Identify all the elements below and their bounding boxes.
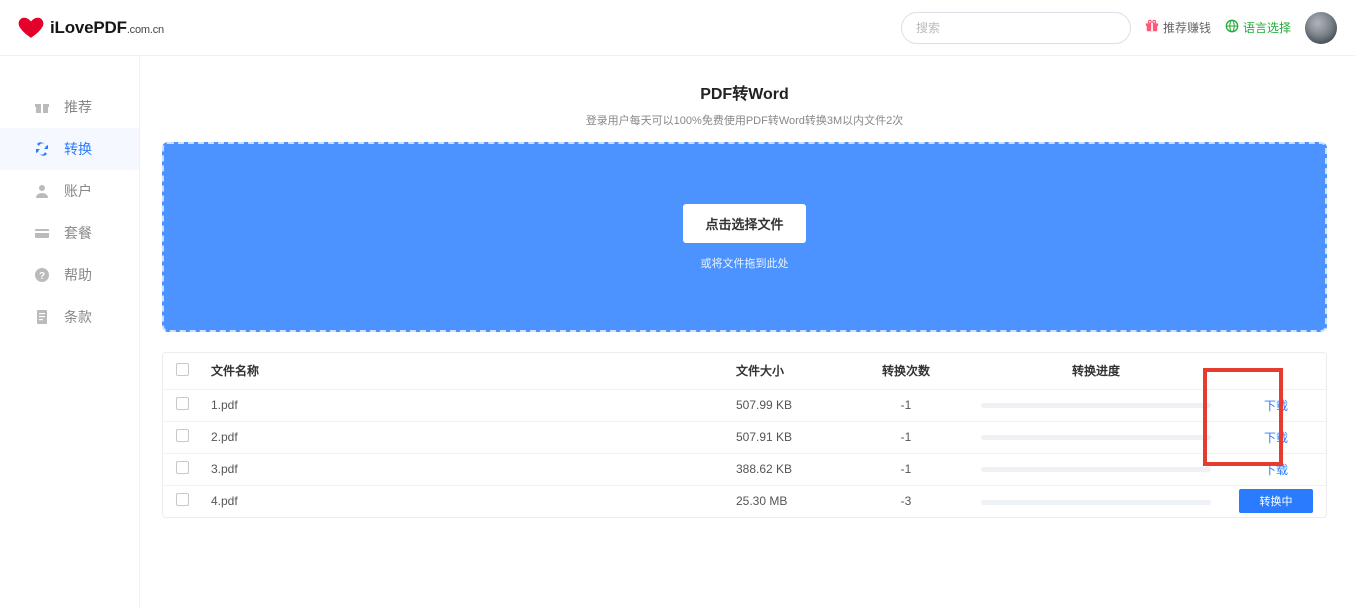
svg-text:?: ?	[39, 271, 45, 282]
progress-bar	[981, 435, 1211, 440]
download-link[interactable]: 下载	[1246, 397, 1306, 414]
search-box	[901, 12, 1131, 44]
cell-filesize: 25.30 MB	[726, 485, 846, 517]
sidebar-item-label: 套餐	[64, 223, 92, 243]
gift-icon	[34, 99, 50, 115]
brand-name: iLovePDF.com.cn	[50, 18, 164, 38]
table-row: 1.pdf507.99 KB-1 下载	[163, 389, 1326, 421]
sidebar-item-convert[interactable]: 转换	[0, 128, 139, 170]
sidebar: 推荐 转换 账户 套餐 ? 帮助	[0, 56, 140, 608]
col-count: 转换次数	[846, 353, 966, 389]
col-progress: 转换进度	[966, 353, 1226, 389]
dropzone-hint: 或将文件拖到此处	[701, 255, 789, 271]
heart-icon	[18, 15, 44, 41]
cell-count: -1	[846, 453, 966, 485]
sidebar-item-recommend[interactable]: 推荐	[0, 86, 139, 128]
progress-bar	[981, 467, 1211, 472]
cell-filename: 1.pdf	[201, 389, 726, 421]
terms-icon	[34, 309, 50, 325]
cell-filesize: 507.99 KB	[726, 389, 846, 421]
converting-button: 转换中	[1239, 489, 1313, 513]
help-icon: ?	[34, 267, 50, 283]
dropzone[interactable]: 点击选择文件 或将文件拖到此处	[162, 142, 1327, 332]
sidebar-item-label: 帮助	[64, 265, 92, 285]
sidebar-item-label: 账户	[64, 181, 92, 201]
main-content: PDF转Word 登录用户每天可以100%免费使用PDF转Word转换3M以内文…	[140, 56, 1355, 608]
table-row: 3.pdf388.62 KB-1 下载	[163, 453, 1326, 485]
cell-count: -3	[846, 485, 966, 517]
brand-logo[interactable]: iLovePDF.com.cn	[18, 15, 164, 41]
file-table: 文件名称 文件大小 转换次数 转换进度 1.pdf507.99 KB-1下载2.…	[162, 352, 1327, 518]
sidebar-item-plan[interactable]: 套餐	[0, 212, 139, 254]
sidebar-item-help[interactable]: ? 帮助	[0, 254, 139, 296]
card-icon	[34, 225, 50, 241]
page-subtitle: 登录用户每天可以100%免费使用PDF转Word转换3M以内文件2次	[162, 112, 1327, 128]
download-link[interactable]: 下载	[1246, 429, 1306, 446]
sidebar-item-label: 条款	[64, 307, 92, 327]
col-filesize: 文件大小	[726, 353, 846, 389]
convert-icon	[34, 141, 50, 157]
cell-count: -1	[846, 389, 966, 421]
sidebar-item-account[interactable]: 账户	[0, 170, 139, 212]
recommend-earn-link[interactable]: 推荐赚钱	[1145, 19, 1211, 36]
progress-bar	[981, 500, 1211, 505]
download-link[interactable]: 下载	[1246, 461, 1306, 478]
table-header-row: 文件名称 文件大小 转换次数 转换进度	[163, 353, 1326, 389]
user-icon	[34, 183, 50, 199]
sidebar-item-label: 转换	[64, 139, 92, 159]
gift-icon	[1145, 19, 1159, 36]
language-label: 语言选择	[1243, 19, 1291, 36]
search-input[interactable]	[901, 12, 1131, 44]
cell-filename: 2.pdf	[201, 421, 726, 453]
row-checkbox[interactable]	[176, 461, 189, 474]
language-select-link[interactable]: 语言选择	[1225, 19, 1291, 36]
cell-filesize: 507.91 KB	[726, 421, 846, 453]
row-checkbox[interactable]	[176, 429, 189, 442]
cell-filename: 3.pdf	[201, 453, 726, 485]
table-row: 2.pdf507.91 KB-1 下载	[163, 421, 1326, 453]
top-bar: iLovePDF.com.cn 推荐赚钱 语言选择	[0, 0, 1355, 56]
sidebar-item-label: 推荐	[64, 97, 92, 117]
row-checkbox[interactable]	[176, 397, 189, 410]
cell-filename: 4.pdf	[201, 485, 726, 517]
recommend-label: 推荐赚钱	[1163, 19, 1211, 36]
table-row: 4.pdf25.30 MB-3 转换中	[163, 485, 1326, 517]
col-filename: 文件名称	[201, 353, 726, 389]
sidebar-item-terms[interactable]: 条款	[0, 296, 139, 338]
cell-count: -1	[846, 421, 966, 453]
page-title: PDF转Word	[162, 80, 1327, 104]
globe-icon	[1225, 19, 1239, 36]
select-file-button[interactable]: 点击选择文件	[683, 204, 805, 243]
checkbox-all[interactable]	[176, 363, 189, 376]
cell-filesize: 388.62 KB	[726, 453, 846, 485]
avatar[interactable]	[1305, 12, 1337, 44]
progress-bar	[981, 403, 1211, 408]
row-checkbox[interactable]	[176, 493, 189, 506]
